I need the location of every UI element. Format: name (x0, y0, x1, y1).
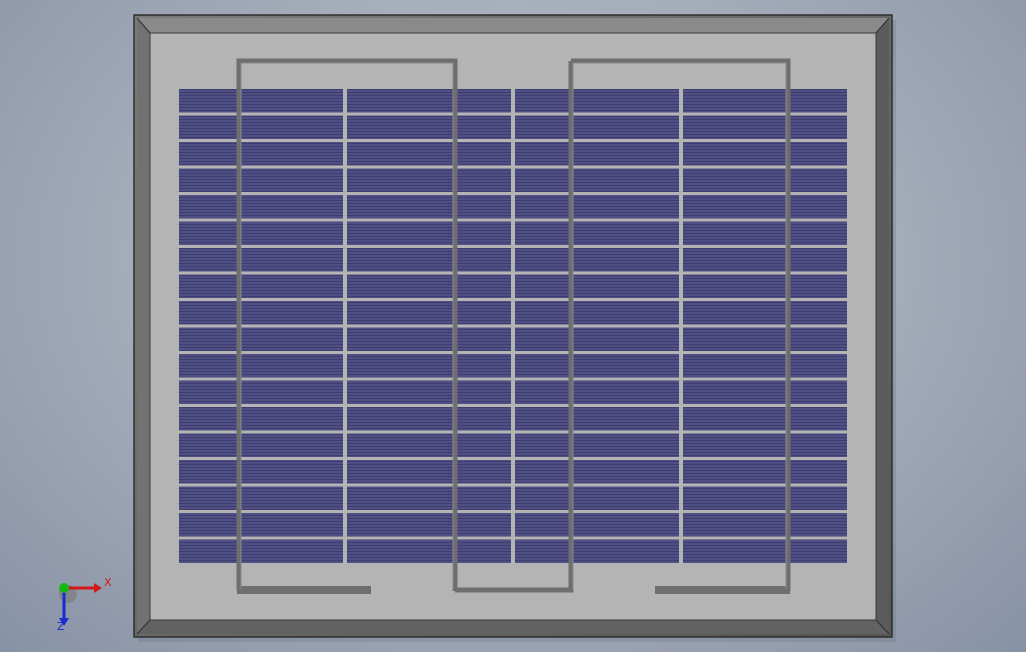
solar-cell[interactable] (515, 89, 679, 113)
solar-cell[interactable] (515, 168, 679, 193)
solar-cell[interactable] (683, 380, 847, 405)
solar-cell[interactable] (515, 380, 679, 405)
solar-cell[interactable] (179, 168, 343, 193)
solar-cell[interactable] (683, 460, 847, 484)
cad-viewport[interactable]: X Z (0, 0, 1026, 652)
solar-cell[interactable] (683, 301, 847, 325)
solar-cell[interactable] (179, 513, 343, 537)
solar-cell[interactable] (347, 89, 511, 113)
solar-panel-model[interactable] (0, 0, 1026, 652)
x-axis-arrowhead (94, 583, 102, 593)
solar-cell[interactable] (179, 115, 343, 140)
solar-cell[interactable] (347, 274, 511, 299)
solar-cell[interactable] (347, 433, 511, 458)
solar-cell[interactable] (179, 221, 343, 246)
frame-bevel-left (137, 18, 150, 634)
solar-cell[interactable] (683, 539, 847, 564)
solar-cell[interactable] (683, 327, 847, 352)
solar-cell[interactable] (179, 142, 343, 166)
solar-cell[interactable] (179, 460, 343, 484)
solar-cell[interactable] (683, 195, 847, 219)
solar-cell[interactable] (347, 407, 511, 431)
frame-bevel-top (137, 18, 889, 33)
solar-cell[interactable] (683, 433, 847, 458)
solar-cell[interactable] (683, 89, 847, 113)
z-axis-label: Z (57, 620, 65, 633)
solar-cell[interactable] (347, 168, 511, 193)
solar-cell[interactable] (683, 115, 847, 140)
solar-cell[interactable] (515, 301, 679, 325)
solar-cell[interactable] (683, 168, 847, 193)
solar-cell[interactable] (347, 513, 511, 537)
solar-cell[interactable] (347, 354, 511, 378)
solar-cell[interactable] (683, 486, 847, 511)
solar-cell[interactable] (179, 89, 343, 113)
solar-cell[interactable] (179, 327, 343, 352)
solar-cell[interactable] (515, 539, 679, 564)
solar-cell[interactable] (179, 301, 343, 325)
solar-cell[interactable] (515, 433, 679, 458)
solar-cell[interactable] (347, 301, 511, 325)
solar-cell[interactable] (347, 539, 511, 564)
solar-cell[interactable] (347, 115, 511, 140)
solar-cell[interactable] (515, 407, 679, 431)
y-axis-dot (59, 583, 69, 593)
solar-cell[interactable] (179, 380, 343, 405)
solar-cell[interactable] (515, 486, 679, 511)
solar-cell[interactable] (515, 460, 679, 484)
solar-cell[interactable] (515, 115, 679, 140)
solar-cell[interactable] (179, 539, 343, 564)
solar-cell[interactable] (347, 142, 511, 166)
solar-cell[interactable] (347, 195, 511, 219)
solar-cell[interactable] (179, 248, 343, 272)
frame-bevel-right (876, 18, 889, 634)
solar-cell[interactable] (179, 407, 343, 431)
solar-cell[interactable] (515, 195, 679, 219)
solar-cell[interactable] (515, 513, 679, 537)
solar-cell[interactable] (347, 327, 511, 352)
solar-cell[interactable] (179, 354, 343, 378)
solar-cell[interactable] (347, 460, 511, 484)
solar-cell[interactable] (179, 274, 343, 299)
solar-cell[interactable] (683, 274, 847, 299)
solar-cell[interactable] (683, 407, 847, 431)
solar-cell[interactable] (683, 354, 847, 378)
solar-cell[interactable] (683, 513, 847, 537)
solar-cell[interactable] (515, 142, 679, 166)
frame-bevel-bottom (137, 620, 889, 634)
solar-cell[interactable] (347, 221, 511, 246)
solar-cell[interactable] (515, 354, 679, 378)
solar-cell[interactable] (347, 380, 511, 405)
solar-cell[interactable] (683, 142, 847, 166)
solar-cell[interactable] (179, 486, 343, 511)
solar-cell[interactable] (347, 486, 511, 511)
solar-cell[interactable] (347, 248, 511, 272)
solar-cell[interactable] (515, 221, 679, 246)
solar-cell[interactable] (515, 327, 679, 352)
orientation-triad[interactable]: X Z (48, 572, 118, 636)
solar-cell[interactable] (683, 248, 847, 272)
solar-cell[interactable] (515, 248, 679, 272)
solar-cell[interactable] (683, 221, 847, 246)
x-axis-label: X (104, 576, 112, 589)
solar-cell[interactable] (179, 433, 343, 458)
solar-cell[interactable] (179, 195, 343, 219)
solar-cell[interactable] (515, 274, 679, 299)
